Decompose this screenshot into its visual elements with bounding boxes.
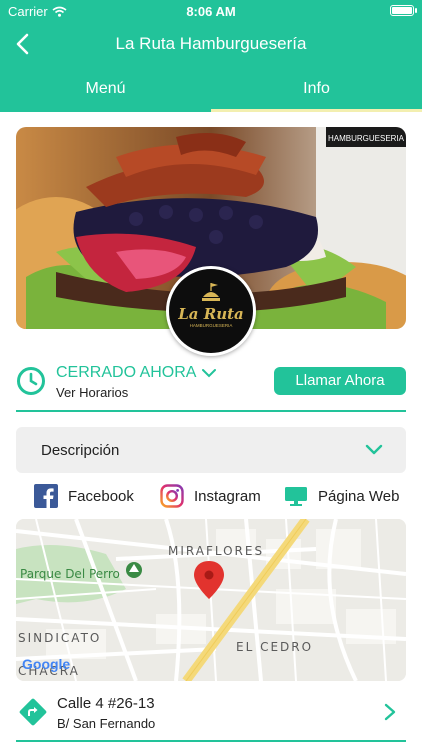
chevron-down-icon — [202, 369, 217, 378]
website-label: Página Web — [318, 487, 400, 505]
location-map[interactable]: MIRAFLORES Parque Del Perro SINDICATO EL… — [16, 519, 406, 681]
hours-dropdown[interactable]: CERRADO AHORA — [56, 364, 217, 382]
opening-hours-row: CERRADO AHORA Ver Horarios Llamar Ahora — [16, 360, 406, 412]
map-label-park: Parque Del Perro — [20, 567, 120, 581]
description-accordion[interactable]: Descripción — [16, 427, 406, 473]
website-link[interactable]: Página Web — [284, 481, 399, 511]
clock-icon — [17, 367, 45, 395]
directions-icon — [19, 698, 47, 726]
logo-subtext: HAMBURGUESERIA — [190, 323, 233, 328]
open-status-label: CERRADO AHORA — [56, 364, 197, 381]
call-now-button[interactable]: Llamar Ahora — [274, 367, 406, 395]
logo-text: La Ruta — [177, 305, 244, 323]
chevron-down-icon — [365, 444, 383, 455]
address-line-2: B/ San Fernando — [57, 716, 156, 731]
map-label-sindicato: SINDICATO — [18, 631, 101, 645]
social-links: Facebook Instagram Página Web — [0, 481, 422, 511]
chevron-right-icon — [384, 703, 396, 721]
map-google-logo: Google — [22, 656, 70, 672]
view-hours-link[interactable]: Ver Horarios — [56, 385, 128, 400]
description-label: Descripción — [41, 442, 120, 459]
monitor-icon — [285, 487, 307, 506]
instagram-icon — [160, 484, 184, 508]
tab-info[interactable]: Info — [211, 66, 422, 112]
status-bar: Carrier 8:06 AM — [0, 0, 422, 22]
page-title: La Ruta Hamburguesería — [115, 34, 307, 53]
map-label-miraflores: MIRAFLORES — [168, 544, 264, 558]
hero-sign-text: HAMBURGUESERIA — [328, 134, 405, 143]
facebook-label: Facebook — [68, 487, 134, 505]
tab-bar: Menú Info — [0, 66, 422, 112]
instagram-label: Instagram — [194, 487, 261, 505]
map-label-cedro: EL CEDRO — [236, 640, 313, 654]
instagram-link[interactable]: Instagram — [160, 481, 261, 511]
navigation-bar: La Ruta Hamburguesería — [0, 22, 422, 66]
clock-time: 8:06 AM — [186, 4, 236, 19]
battery-icon — [390, 5, 417, 16]
facebook-link[interactable]: Facebook — [34, 481, 134, 511]
restaurant-logo: La Ruta HAMBURGUESERIA — [166, 266, 256, 356]
tab-menu[interactable]: Menú — [0, 66, 211, 112]
facebook-icon — [34, 484, 58, 508]
address-row[interactable]: Calle 4 #26-13 B/ San Fernando — [16, 690, 406, 742]
park-pin-icon — [126, 562, 142, 578]
address-line-1: Calle 4 #26-13 — [57, 695, 155, 712]
